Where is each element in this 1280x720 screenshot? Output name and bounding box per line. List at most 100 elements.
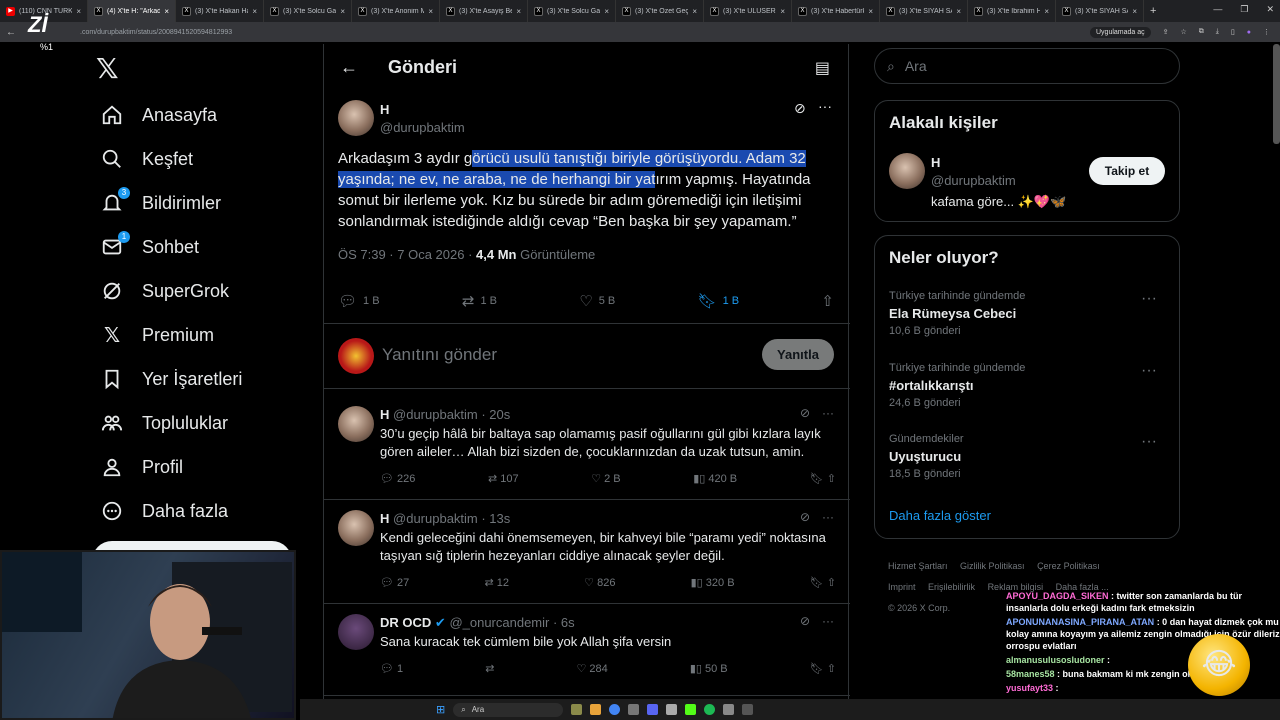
close-tab-icon[interactable]: × (76, 7, 81, 16)
sidebar-item-supergrok[interactable]: SuperGrok (100, 269, 229, 313)
share-icon[interactable]: ⇪ (1163, 28, 1169, 36)
sidebar-item-communities[interactable]: Topluluklar (100, 401, 228, 445)
browser-tab[interactable]: X (3) X'te Hakan Hac × (176, 0, 264, 22)
sidebar-item-notifications[interactable]: 3 Bildirimler (100, 181, 221, 225)
taskbar-app-icon[interactable] (666, 704, 678, 715)
close-tab-icon[interactable]: × (1044, 7, 1049, 16)
footer-link[interactable]: Gizlilik Politikası (960, 561, 1025, 571)
spotify-icon[interactable] (704, 704, 716, 715)
x-logo-icon[interactable]: 𝕏 (96, 52, 130, 86)
views-button[interactable]: ▮▯ 50 B (690, 662, 728, 675)
footer-link[interactable]: Hizmet Şartları (888, 561, 948, 571)
close-tab-icon[interactable]: × (428, 7, 433, 16)
close-tab-icon[interactable]: × (692, 7, 697, 16)
footer-link[interactable]: Erişilebilirlik (928, 582, 975, 592)
grok-icon[interactable]: ⊘ (800, 510, 810, 524)
grok-icon[interactable]: ⊘ (794, 100, 806, 117)
scrollbar[interactable] (1273, 44, 1280, 144)
reply-item[interactable]: H @durupbaktim · 13s ⊘ ··· Kendi geleceği… (324, 500, 850, 604)
bookmark-icon[interactable]: 🔖︎ ⇧ (810, 576, 836, 589)
minimize-icon[interactable]: — (1213, 4, 1222, 15)
reply-submit-button[interactable]: Yanıtla (762, 339, 834, 370)
retweet-button[interactable]: ⇄ 12 (484, 576, 509, 589)
author-name[interactable]: H (380, 102, 389, 117)
avatar[interactable] (338, 100, 374, 136)
related-handle[interactable]: @durupbaktim (931, 173, 1016, 188)
browser-tab[interactable]: X (3) X'te Özet Geç " × (616, 0, 704, 22)
taskbar-app-icon[interactable] (571, 704, 583, 715)
like-button[interactable]: ♡ 284 (577, 662, 608, 675)
browser-tab[interactable]: X(3) X'te SİYAH SANC× (880, 0, 968, 22)
reply-button[interactable]: 💬︎ 1 (380, 662, 403, 675)
new-tab-icon[interactable]: + (1150, 5, 1156, 17)
retweet-button[interactable]: ⇄ 1 B (462, 292, 497, 310)
close-tab-icon[interactable]: × (604, 7, 609, 16)
extensions-icon[interactable]: ⧉ (1199, 28, 1204, 36)
star-icon[interactable]: ☆ (1181, 28, 1187, 36)
like-button[interactable]: ♡ 826 (584, 576, 615, 589)
sidebar-icon[interactable]: ▯ (1231, 28, 1235, 36)
browser-tab[interactable]: X(3) X'te SİYAH SANC× (1056, 0, 1144, 22)
close-tab-icon[interactable]: × (340, 7, 345, 16)
windows-start-icon[interactable]: ⊞ (436, 703, 445, 716)
reply-item[interactable]: H @durupbaktim · 20s ⊘ ··· 30’u geçip hâl… (324, 396, 850, 500)
browser-tab[interactable]: X(3) X'te Asayiş Berk× (440, 0, 528, 22)
browser-tab[interactable]: X(3) X'te Solcu Gazet× (528, 0, 616, 22)
menu-icon[interactable]: ⋮ (1263, 28, 1270, 36)
profile-icon[interactable]: ● (1247, 29, 1251, 36)
reply-button[interactable]: 💬︎ 226 (380, 472, 415, 485)
taskbar-app-icon[interactable] (628, 704, 640, 715)
browser-tab-active[interactable]: X(4) X'te H: "Arkadaşım× (88, 0, 176, 22)
reply-button[interactable]: 💬︎ 1 B (338, 292, 380, 310)
retweet-button[interactable]: ⇄ (485, 662, 494, 675)
avatar[interactable] (889, 153, 925, 189)
reply-input[interactable]: Yanıtını gönder (382, 345, 497, 365)
follow-button[interactable]: Takip et (1089, 157, 1165, 185)
close-tab-icon[interactable]: × (516, 7, 521, 16)
folder-icon[interactable] (590, 704, 602, 715)
download-icon[interactable]: ⤓ (1216, 28, 1219, 36)
retweet-button[interactable]: ⇄ 107 (488, 472, 519, 485)
back-arrow-icon[interactable]: ← (340, 57, 364, 78)
bookmark-button[interactable]: 🔖︎ 1 B (698, 292, 740, 310)
browser-tab[interactable]: X(3) X'te Solcu Gazet× (264, 0, 352, 22)
sidebar-item-more[interactable]: Daha fazla (100, 489, 228, 533)
bookmark-icon[interactable]: 🔖︎ ⇧ (810, 472, 836, 485)
close-window-icon[interactable]: ✕ (1266, 4, 1274, 15)
more-options-icon[interactable]: ··· (1141, 433, 1157, 451)
show-more-link[interactable]: Daha fazla göster (889, 508, 991, 523)
sidebar-item-chat[interactable]: 1 Sohbet (100, 225, 199, 269)
browser-tab[interactable]: X(3) X'te Anonim Mu× (352, 0, 440, 22)
trend-item[interactable]: Türkiye tarihinde gündemde #ortalıkkarış… (889, 362, 1165, 409)
browser-tab[interactable]: X (3) X'te İbrahim Ha × (968, 0, 1056, 22)
browser-tab[interactable]: X(3) X'te ULUSER: "G× (704, 0, 792, 22)
views-button[interactable]: ▮▯ 320 B (691, 576, 735, 589)
discord-icon[interactable] (647, 704, 659, 715)
grok-icon[interactable]: ⊘ (800, 614, 810, 628)
more-options-icon[interactable]: ··· (1141, 290, 1157, 308)
sidebar-item-home[interactable]: Anasayfa (100, 93, 217, 137)
grok-icon[interactable]: ⊘ (800, 406, 810, 420)
trend-item[interactable]: Gündemdekiler Uyuşturucu 18,5 B gönderi … (889, 433, 1165, 480)
sidebar-item-premium[interactable]: 𝕏 Premium (100, 313, 214, 357)
close-tab-icon[interactable]: × (164, 7, 169, 16)
back-arrow-icon[interactable]: ← (6, 27, 16, 38)
reply-button[interactable]: 💬︎ 27 (380, 576, 409, 589)
sidebar-item-profile[interactable]: Profil (100, 445, 183, 489)
author-handle[interactable]: @durupbaktim (380, 120, 465, 135)
close-tab-icon[interactable]: × (956, 7, 961, 16)
url-field[interactable]: .com/durupbaktim/status/2008941520594812… (80, 29, 1090, 36)
taskbar-search[interactable]: ⌕ Ara (453, 702, 564, 717)
share-button[interactable]: ⇧ (821, 292, 834, 310)
chrome-icon[interactable] (609, 704, 621, 715)
more-options-icon[interactable]: ··· (822, 614, 834, 628)
avatar[interactable] (338, 510, 374, 546)
more-options-icon[interactable]: ··· (818, 98, 832, 114)
more-options-icon[interactable]: ··· (822, 406, 834, 420)
avatar[interactable] (338, 614, 374, 650)
maximize-icon[interactable]: ❐ (1240, 4, 1248, 15)
views-button[interactable]: ▮▯ 420 B (693, 472, 737, 485)
close-tab-icon[interactable]: × (868, 7, 873, 16)
avatar[interactable] (338, 406, 374, 442)
footer-link[interactable]: Çerez Politikası (1037, 561, 1100, 571)
